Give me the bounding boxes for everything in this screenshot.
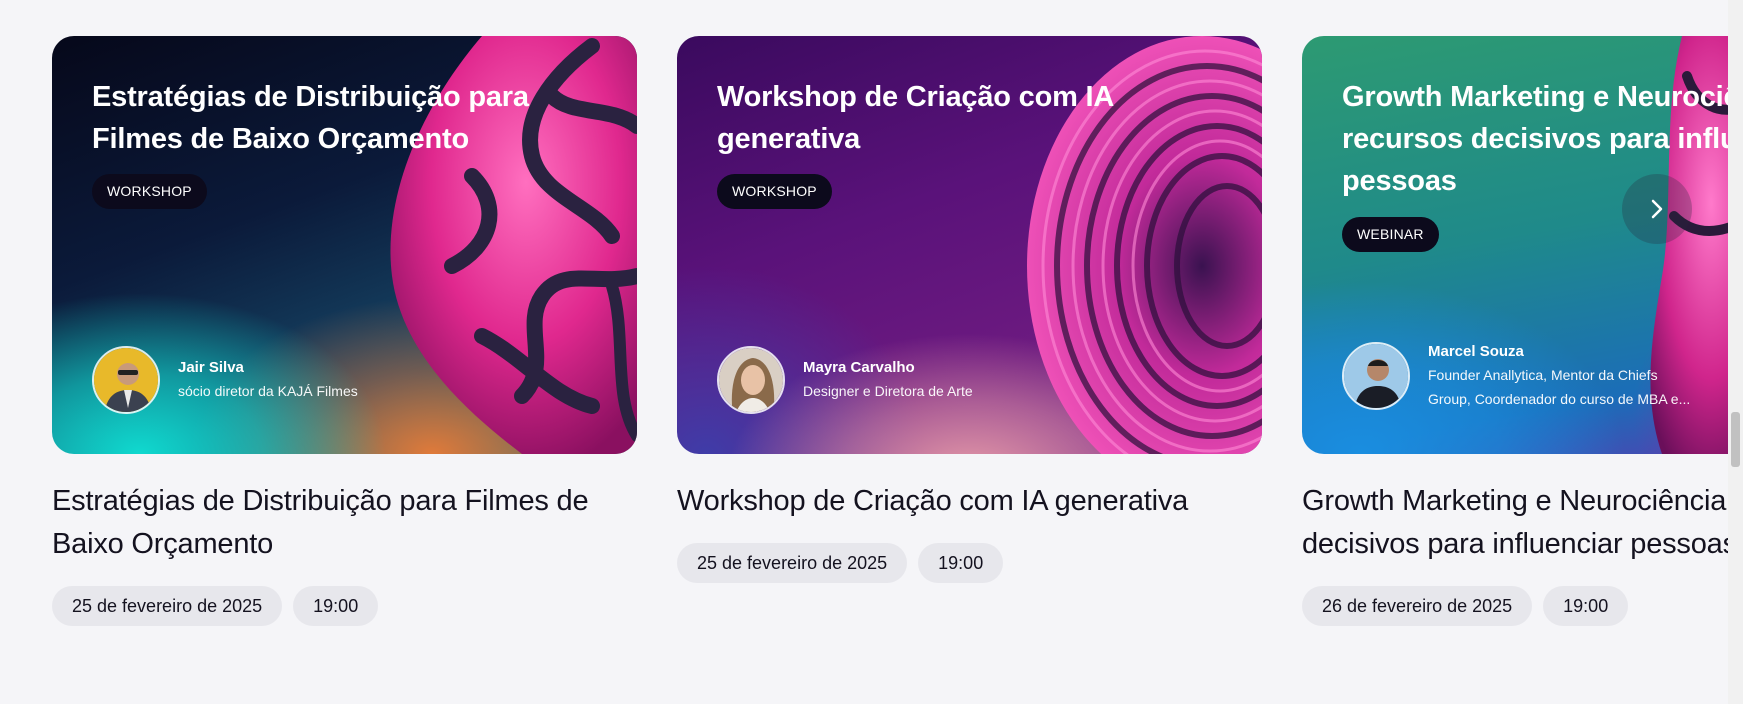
carousel-next-button[interactable] xyxy=(1622,174,1692,244)
speaker-avatar xyxy=(1342,342,1410,410)
event-type-badge: WORKSHOP xyxy=(92,174,207,209)
event-card[interactable]: Estratégias de Distribuição para Filmes … xyxy=(52,36,637,626)
speaker-name: Marcel Souza xyxy=(1428,343,1524,360)
date-chip: 25 de fevereiro de 2025 xyxy=(677,543,908,583)
time-chip: 19:00 xyxy=(918,543,1004,583)
speaker-info: Marcel Souza Founder Anallytica, Mentor … xyxy=(1342,341,1690,411)
speaker-name: Mayra Carvalho xyxy=(803,359,915,376)
event-banner[interactable]: Workshop de Criação com IA generativa WO… xyxy=(677,36,1262,454)
page-scrollbar[interactable] xyxy=(1728,0,1743,704)
speaker-role-line1: Founder Anallytica, Mentor da Chiefs xyxy=(1428,367,1658,383)
speaker-role: sócio diretor da KAJÁ Filmes xyxy=(178,383,358,399)
speaker-role: Designer e Diretora de Arte xyxy=(803,383,973,399)
event-carousel: Estratégias de Distribuição para Filmes … xyxy=(0,0,1728,704)
event-title[interactable]: Estratégias de Distribuição para Filmes … xyxy=(52,480,637,566)
speaker-info: Jair Silva sócio diretor da KAJÁ Filmes xyxy=(92,346,358,414)
event-banner[interactable]: Growth Marketing e Neurociência: recurso… xyxy=(1302,36,1728,454)
event-card[interactable]: Growth Marketing e Neurociência: recurso… xyxy=(1302,36,1728,626)
banner-title: Workshop de Criação com IA generativa xyxy=(717,81,1114,155)
event-type-badge: WEBINAR xyxy=(1342,217,1439,252)
speaker-info: Mayra Carvalho Designer e Diretora de Ar… xyxy=(717,346,973,414)
event-meta: 26 de fevereiro de 2025 19:00 xyxy=(1302,586,1728,626)
event-meta: 25 de fevereiro de 2025 19:00 xyxy=(677,543,1262,583)
event-card[interactable]: Workshop de Criação com IA generativa WO… xyxy=(677,36,1262,583)
speaker-role-line2: Group, Coordenador do curso de MBA e... xyxy=(1428,391,1691,407)
date-chip: 26 de fevereiro de 2025 xyxy=(1302,586,1533,626)
scrollbar-thumb[interactable] xyxy=(1731,412,1740,467)
event-banner[interactable]: Estratégias de Distribuição para Filmes … xyxy=(52,36,637,454)
speaker-avatar xyxy=(92,346,160,414)
time-chip: 19:00 xyxy=(1543,586,1629,626)
event-type-badge: WORKSHOP xyxy=(717,174,832,209)
speaker-avatar xyxy=(717,346,785,414)
time-chip: 19:00 xyxy=(293,586,379,626)
event-title[interactable]: Growth Marketing e Neurociência: recurso… xyxy=(1302,480,1728,566)
speaker-name: Jair Silva xyxy=(178,359,244,376)
date-chip: 25 de fevereiro de 2025 xyxy=(52,586,283,626)
event-title[interactable]: Workshop de Criação com IA generativa xyxy=(677,480,1262,523)
banner-title: Estratégias de Distribuição para Filmes … xyxy=(92,81,529,155)
chevron-right-icon xyxy=(1651,199,1663,219)
event-meta: 25 de fevereiro de 2025 19:00 xyxy=(52,586,637,626)
